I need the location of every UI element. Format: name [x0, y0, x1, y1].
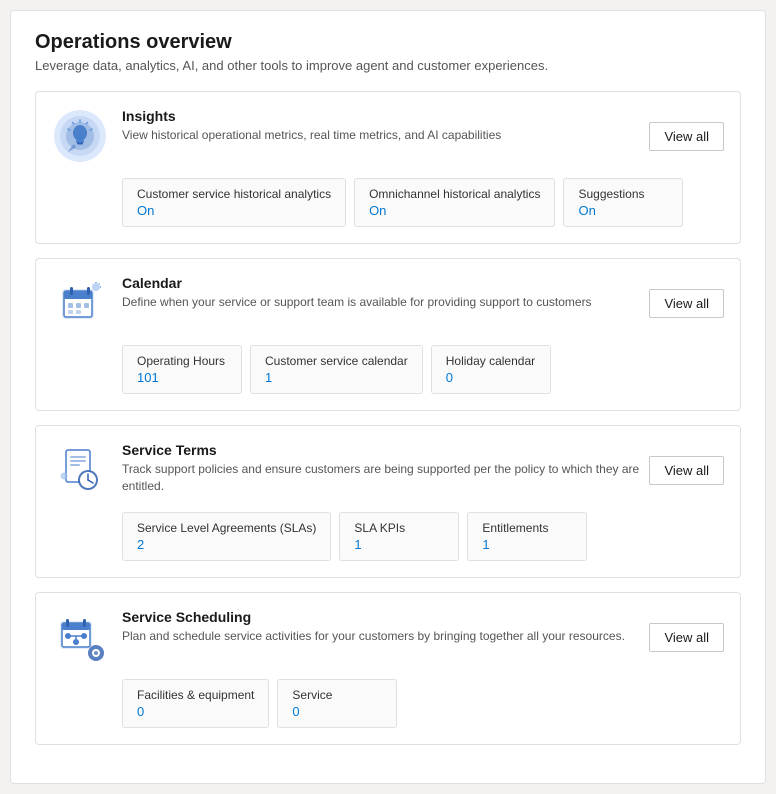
item-value: On — [137, 203, 331, 218]
item-label: Facilities & equipment — [137, 688, 254, 702]
section-desc-calendar: Define when your service or support team… — [122, 294, 649, 311]
item-label: Customer service calendar — [265, 354, 408, 368]
section-service-terms: Service Terms Track support policies and … — [35, 425, 741, 578]
list-item[interactable]: Service Level Agreements (SLAs) 2 — [122, 512, 331, 561]
item-value: 0 — [292, 704, 382, 719]
section-header-service-terms: Service Terms Track support policies and … — [52, 442, 724, 498]
list-item[interactable]: Operating Hours 101 — [122, 345, 242, 394]
item-value: 1 — [482, 537, 572, 552]
list-item[interactable]: Customer service historical analytics On — [122, 178, 346, 227]
list-item[interactable]: SLA KPIs 1 — [339, 512, 459, 561]
section-desc-service-scheduling: Plan and schedule service activities for… — [122, 628, 649, 645]
section-insights: Insights View historical operational metr… — [35, 91, 741, 244]
section-items-service-terms: Service Level Agreements (SLAs) 2 SLA KPIs… — [52, 512, 724, 561]
view-all-button-service-scheduling[interactable]: View all — [649, 623, 724, 652]
item-label: Holiday calendar — [446, 354, 536, 368]
item-label: Entitlements — [482, 521, 572, 535]
service-terms-icon — [52, 442, 108, 498]
page-container: Operations overview Leverage data, analy… — [10, 10, 766, 784]
view-all-button-calendar[interactable]: View all — [649, 289, 724, 318]
section-left-insights: Insights View historical operational metr… — [52, 108, 649, 164]
view-all-button-insights[interactable]: View all — [649, 122, 724, 151]
list-item[interactable]: Holiday calendar 0 — [431, 345, 551, 394]
section-desc-service-terms: Track support policies and ensure custom… — [122, 461, 649, 495]
list-item[interactable]: Customer service calendar 1 — [250, 345, 423, 394]
section-header-service-scheduling: Service Scheduling Plan and schedule serv… — [52, 609, 724, 665]
section-items-insights: Customer service historical analyticsOnO… — [52, 178, 724, 227]
page-title: Operations overview — [35, 31, 741, 54]
section-title-insights: Insights — [122, 108, 649, 124]
item-value: On — [369, 203, 540, 218]
item-label: Operating Hours — [137, 354, 227, 368]
insights-icon — [52, 108, 108, 164]
item-label: Customer service historical analytics — [137, 187, 331, 201]
section-service-scheduling: Service Scheduling Plan and schedule serv… — [35, 592, 741, 745]
calendar-icon — [52, 275, 108, 331]
item-value: 101 — [137, 370, 227, 385]
list-item[interactable]: Suggestions On — [563, 178, 683, 227]
section-items-service-scheduling: Facilities & equipment 0 Service 0 — [52, 679, 724, 728]
item-value: 2 — [137, 537, 316, 552]
section-calendar: Calendar Define when your service or supp… — [35, 258, 741, 411]
item-label: Service Level Agreements (SLAs) — [137, 521, 316, 535]
item-label: Suggestions — [578, 187, 668, 201]
section-title-service-scheduling: Service Scheduling — [122, 609, 649, 625]
item-value: 0 — [137, 704, 254, 719]
section-desc-insights: View historical operational metrics, rea… — [122, 127, 649, 144]
list-item[interactable]: Entitlements 1 — [467, 512, 587, 561]
view-all-button-service-terms[interactable]: View all — [649, 456, 724, 485]
section-left-service-scheduling: Service Scheduling Plan and schedule serv… — [52, 609, 649, 665]
section-title-calendar: Calendar — [122, 275, 649, 291]
item-value: 0 — [446, 370, 536, 385]
list-item[interactable]: Facilities & equipment 0 — [122, 679, 269, 728]
item-label: Service — [292, 688, 382, 702]
section-text-insights: Insights View historical operational metr… — [122, 108, 649, 144]
section-text-service-terms: Service Terms Track support policies and … — [122, 442, 649, 495]
section-header-calendar: Calendar Define when your service or supp… — [52, 275, 724, 331]
item-value: On — [578, 203, 668, 218]
list-item[interactable]: Service 0 — [277, 679, 397, 728]
section-text-calendar: Calendar Define when your service or supp… — [122, 275, 649, 311]
section-text-service-scheduling: Service Scheduling Plan and schedule serv… — [122, 609, 649, 645]
sections-container: Insights View historical operational metr… — [35, 91, 741, 745]
section-left-service-terms: Service Terms Track support policies and … — [52, 442, 649, 498]
list-item[interactable]: Omnichannel historical analytics On — [354, 178, 555, 227]
section-title-service-terms: Service Terms — [122, 442, 649, 458]
section-header-insights: Insights View historical operational metr… — [52, 108, 724, 164]
item-value: 1 — [354, 537, 444, 552]
item-label: Omnichannel historical analytics — [369, 187, 540, 201]
section-left-calendar: Calendar Define when your service or supp… — [52, 275, 649, 331]
item-value: 1 — [265, 370, 408, 385]
service-scheduling-icon — [52, 609, 108, 665]
section-items-calendar: Operating Hours 101 Customer service calen… — [52, 345, 724, 394]
page-subtitle: Leverage data, analytics, AI, and other … — [35, 58, 741, 73]
item-label: SLA KPIs — [354, 521, 444, 535]
